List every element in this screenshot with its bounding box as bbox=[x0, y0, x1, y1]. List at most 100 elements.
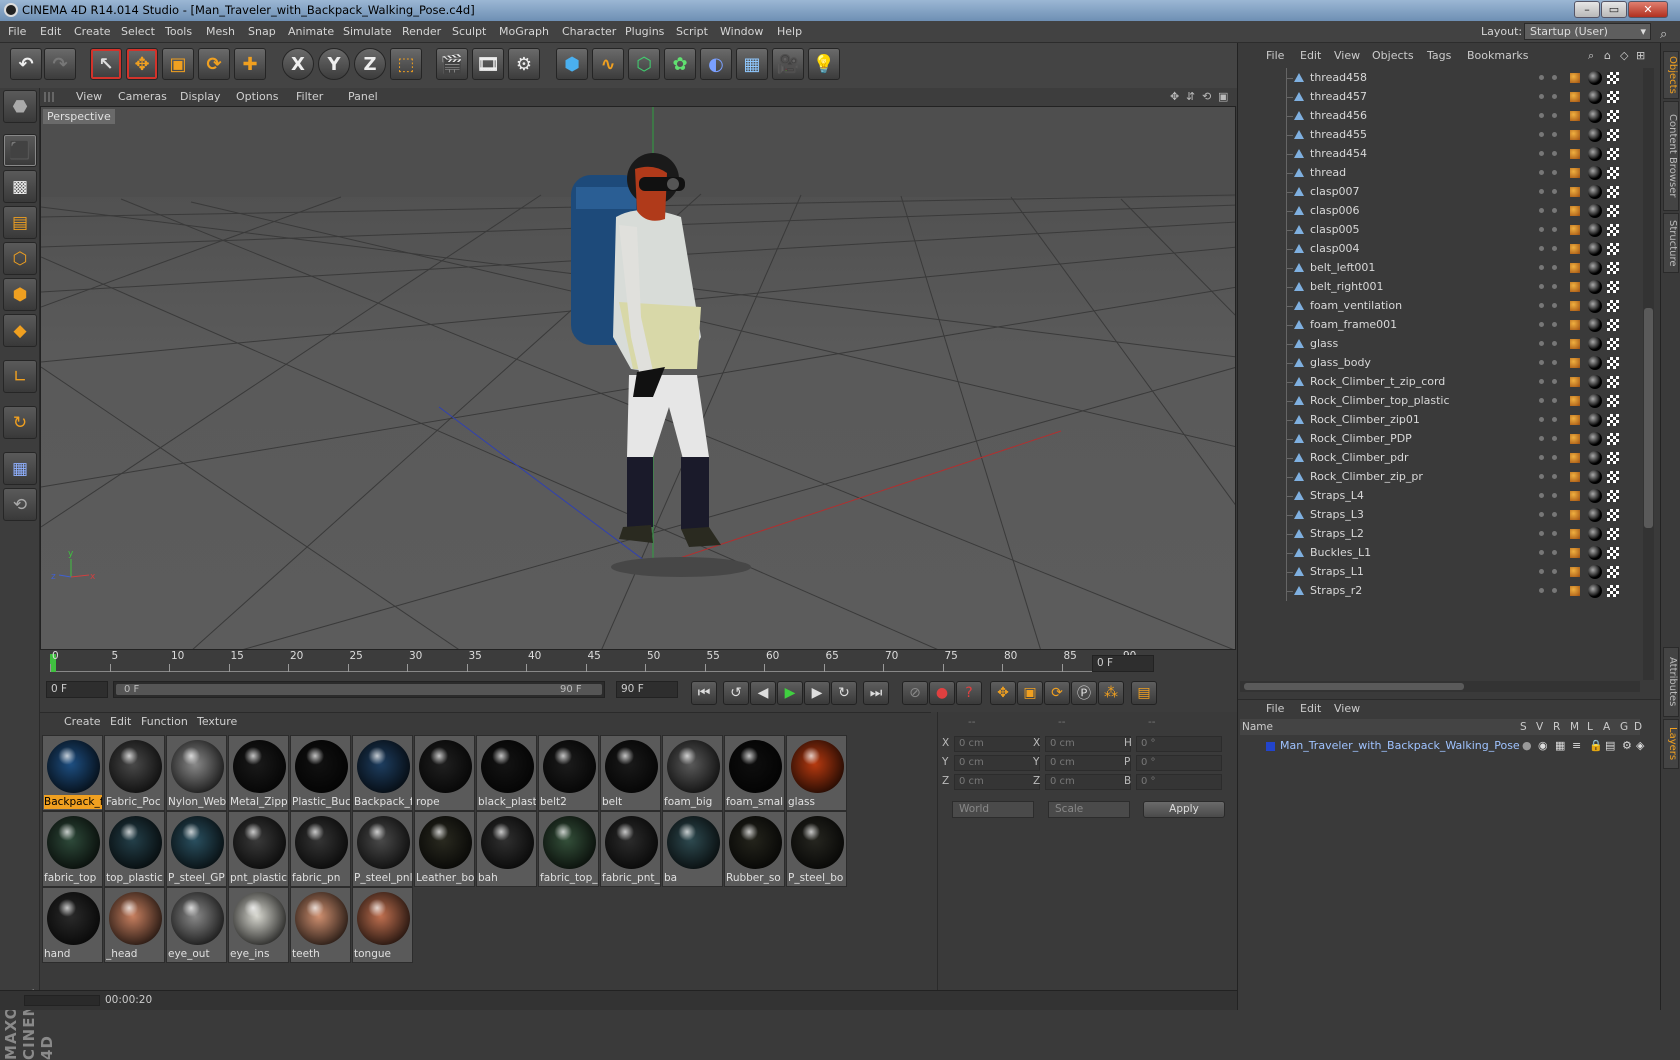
light-icon[interactable]: 💡 bbox=[808, 48, 840, 80]
editor-visibility-dot[interactable] bbox=[1539, 512, 1544, 517]
texture-tag-icon[interactable] bbox=[1607, 72, 1619, 84]
material-swatch[interactable]: foam_big bbox=[662, 735, 723, 811]
apply-button[interactable]: Apply bbox=[1143, 801, 1225, 818]
size-mode-select[interactable]: Scale bbox=[1048, 801, 1130, 818]
menu-animate[interactable]: Animate bbox=[288, 21, 334, 43]
phong-tag-icon[interactable] bbox=[1570, 472, 1580, 482]
move-icon[interactable]: ✥ bbox=[126, 48, 158, 80]
material-tag-icon[interactable] bbox=[1588, 337, 1602, 351]
key-parameter-icon[interactable]: Ⓟ bbox=[1071, 681, 1097, 705]
texture-tag-icon[interactable] bbox=[1607, 148, 1619, 160]
menu-sculpt[interactable]: Sculpt bbox=[452, 21, 486, 43]
material-swatch[interactable]: fabric_top_ bbox=[538, 811, 599, 887]
phong-tag-icon[interactable] bbox=[1570, 111, 1580, 121]
phong-tag-icon[interactable] bbox=[1570, 529, 1580, 539]
material-swatch[interactable]: P_steel_GP bbox=[166, 811, 227, 887]
material-swatch[interactable]: teeth bbox=[290, 887, 351, 963]
render-picture-viewer-icon[interactable]: 🎞 bbox=[472, 48, 504, 80]
editor-visibility-dot[interactable] bbox=[1539, 417, 1544, 422]
x-axis-icon[interactable]: X bbox=[282, 48, 314, 80]
render-visibility-dot[interactable] bbox=[1552, 189, 1557, 194]
editor-visibility-dot[interactable] bbox=[1539, 265, 1544, 270]
object-tree-row[interactable]: clasp004 bbox=[1240, 239, 1640, 259]
viewport-rotate-icon[interactable]: ⟲ bbox=[1202, 88, 1211, 106]
viewport-dolly-icon[interactable]: ⇵ bbox=[1186, 88, 1195, 106]
object-tree-row[interactable]: Rock_Climber_PDP bbox=[1240, 429, 1640, 449]
material-swatch[interactable]: _head bbox=[104, 887, 165, 963]
material-menu-texture[interactable]: Texture bbox=[197, 713, 237, 731]
object-menu-view[interactable]: View bbox=[1334, 47, 1360, 65]
render-visibility-dot[interactable] bbox=[1552, 417, 1557, 422]
material-tag-icon[interactable] bbox=[1588, 128, 1602, 142]
editor-visibility-dot[interactable] bbox=[1539, 284, 1544, 289]
phong-tag-icon[interactable] bbox=[1570, 339, 1580, 349]
phong-tag-icon[interactable] bbox=[1570, 567, 1580, 577]
render-visibility-dot[interactable] bbox=[1552, 379, 1557, 384]
phong-tag-icon[interactable] bbox=[1570, 586, 1580, 596]
material-tag-icon[interactable] bbox=[1588, 413, 1602, 427]
play-icon[interactable]: ▶ bbox=[777, 681, 803, 705]
z-axis-icon[interactable]: Z bbox=[354, 48, 386, 80]
menu-create[interactable]: Create bbox=[74, 21, 111, 43]
object-menu-file[interactable]: File bbox=[1266, 47, 1284, 65]
material-swatch[interactable]: fabric_top bbox=[42, 811, 103, 887]
end-frame-field[interactable]: 90 F bbox=[616, 681, 678, 698]
render-visibility-dot[interactable] bbox=[1552, 436, 1557, 441]
render-visibility-dot[interactable] bbox=[1552, 208, 1557, 213]
object-horizontal-scrollbar[interactable] bbox=[1240, 681, 1640, 692]
scale-icon[interactable]: ▣ bbox=[162, 48, 194, 80]
menu-snap[interactable]: Snap bbox=[248, 21, 276, 43]
points-mode-icon[interactable]: ⬡ bbox=[3, 242, 37, 275]
render-visibility-dot[interactable] bbox=[1552, 75, 1557, 80]
material-tag-icon[interactable] bbox=[1588, 147, 1602, 161]
render-visibility-dot[interactable] bbox=[1552, 151, 1557, 156]
rotate-icon[interactable]: ⟳ bbox=[198, 48, 230, 80]
material-tag-icon[interactable] bbox=[1588, 489, 1602, 503]
phong-tag-icon[interactable] bbox=[1570, 320, 1580, 330]
edges-mode-icon[interactable]: ⬢ bbox=[3, 278, 37, 311]
editor-visibility-dot[interactable] bbox=[1539, 246, 1544, 251]
material-tag-icon[interactable] bbox=[1588, 166, 1602, 180]
coord-value-field[interactable]: 0 ° bbox=[1136, 774, 1222, 790]
menu-select[interactable]: Select bbox=[121, 21, 155, 43]
material-swatch[interactable]: rope bbox=[414, 735, 475, 811]
object-tree-row[interactable]: Buckles_L1 bbox=[1240, 543, 1640, 563]
floor-icon[interactable]: ▦ bbox=[736, 48, 768, 80]
material-swatch[interactable]: black_plast bbox=[476, 735, 537, 811]
layer-generator-icon[interactable]: ⚙ bbox=[1622, 737, 1632, 755]
material-tag-icon[interactable] bbox=[1588, 223, 1602, 237]
coord-value-field[interactable]: 0 ° bbox=[1136, 736, 1222, 752]
editor-visibility-dot[interactable] bbox=[1539, 550, 1544, 555]
editor-visibility-dot[interactable] bbox=[1539, 322, 1544, 327]
object-menu-objects[interactable]: Objects bbox=[1372, 47, 1414, 65]
menu-mesh[interactable]: Mesh bbox=[206, 21, 235, 43]
y-axis-icon[interactable]: Y bbox=[318, 48, 350, 80]
tab-attributes[interactable]: Attributes bbox=[1663, 647, 1679, 717]
material-tag-icon[interactable] bbox=[1588, 508, 1602, 522]
texture-tag-icon[interactable] bbox=[1607, 129, 1619, 141]
render-visibility-dot[interactable] bbox=[1552, 455, 1557, 460]
texture-tag-icon[interactable] bbox=[1607, 243, 1619, 255]
viewport-menu-panel[interactable]: Panel bbox=[348, 88, 378, 106]
render-visibility-dot[interactable] bbox=[1552, 550, 1557, 555]
phong-tag-icon[interactable] bbox=[1570, 358, 1580, 368]
texture-tag-icon[interactable] bbox=[1607, 547, 1619, 559]
material-tag-icon[interactable] bbox=[1588, 204, 1602, 218]
editor-visibility-dot[interactable] bbox=[1539, 303, 1544, 308]
editor-visibility-dot[interactable] bbox=[1539, 474, 1544, 479]
layer-menu-file[interactable]: File bbox=[1266, 700, 1284, 718]
coord-value-field[interactable]: 0 cm bbox=[1045, 774, 1131, 790]
object-tree-row[interactable]: Rock_Climber_pdr bbox=[1240, 448, 1640, 468]
phong-tag-icon[interactable] bbox=[1570, 149, 1580, 159]
next-key-icon[interactable]: ↻ bbox=[831, 681, 857, 705]
material-tag-icon[interactable] bbox=[1588, 280, 1602, 294]
material-swatch[interactable]: P_steel_bo bbox=[786, 811, 847, 887]
minimize-button[interactable]: – bbox=[1574, 1, 1600, 18]
viewport-pan-icon[interactable]: ✥ bbox=[1170, 88, 1179, 106]
phong-tag-icon[interactable] bbox=[1570, 187, 1580, 197]
material-tag-icon[interactable] bbox=[1588, 109, 1602, 123]
viewport-menu-display[interactable]: Display bbox=[180, 88, 221, 106]
viewport-menu-options[interactable]: Options bbox=[236, 88, 278, 106]
material-tag-icon[interactable] bbox=[1588, 90, 1602, 104]
render-visibility-dot[interactable] bbox=[1552, 360, 1557, 365]
